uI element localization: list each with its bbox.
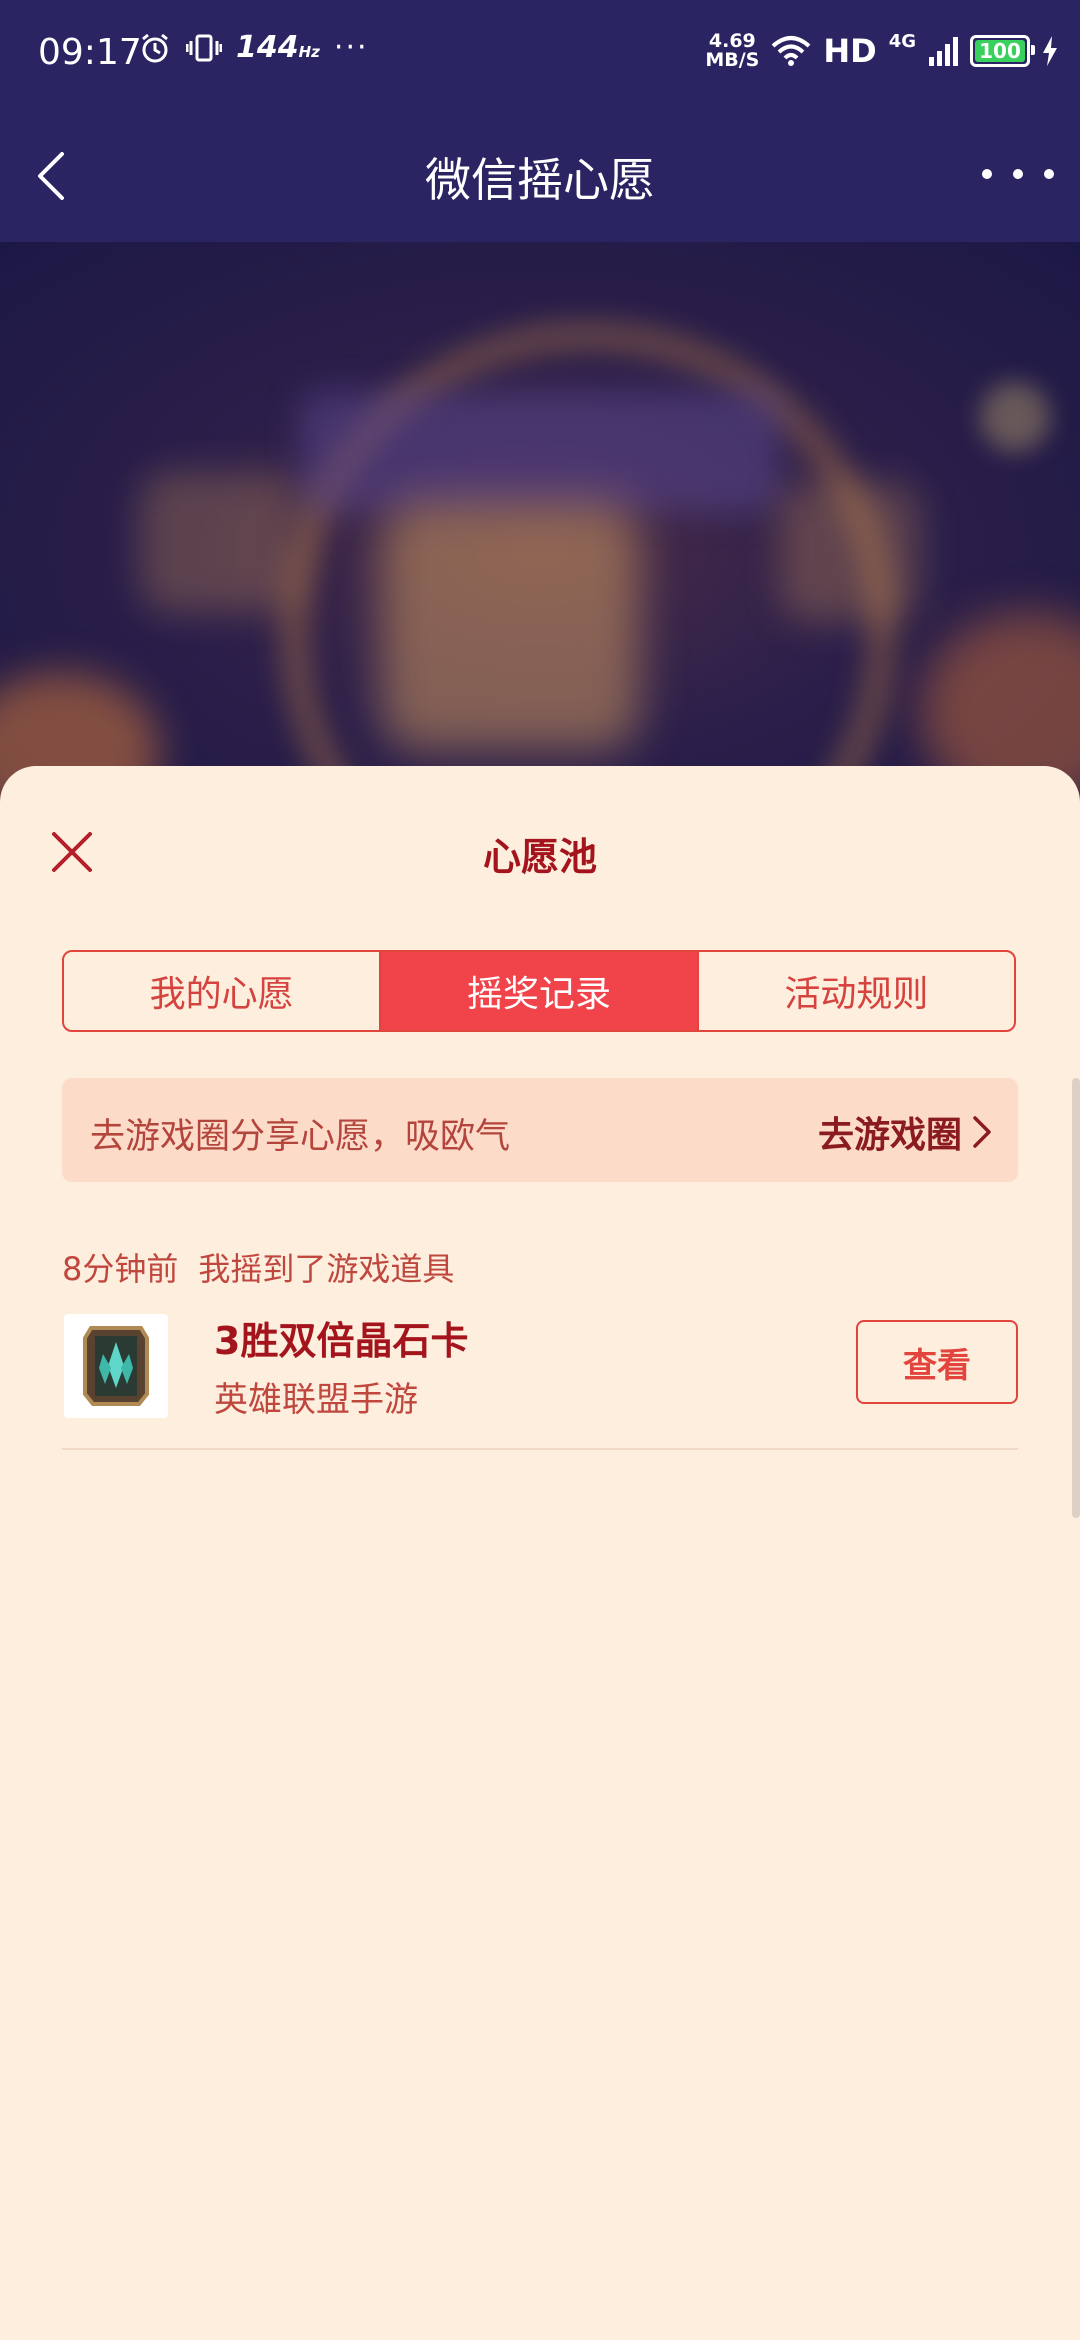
nav-bar: 微信摇心愿: [0, 110, 1080, 242]
wifi-icon: [772, 36, 811, 66]
sheet-title: 心愿池: [482, 835, 597, 879]
view-button[interactable]: 查看: [856, 1320, 1018, 1404]
tab-draw-records[interactable]: 摇奖记录: [379, 952, 697, 1030]
item-name: 3胜双倍晶石卡: [214, 1319, 469, 1363]
share-banner-text: 去游戏圈分享心愿，吸欧气: [90, 1117, 511, 1157]
record-meta: 8分钟前 我摇到了游戏道具: [62, 1244, 454, 1290]
battery-indicator: 100: [970, 35, 1035, 67]
record-action: 我摇到了游戏道具: [198, 1250, 455, 1288]
network-type: 4G: [888, 30, 916, 52]
status-more-dots: ···: [333, 30, 369, 65]
charging-icon: [1043, 36, 1057, 66]
go-game-circle-link[interactable]: 去游戏圈: [818, 1106, 992, 1158]
scrollbar[interactable]: [1072, 1078, 1080, 1518]
tab-my-wishes[interactable]: 我的心愿: [64, 952, 379, 1030]
chevron-right-icon: [973, 1116, 991, 1148]
crystal-card-icon: [83, 1326, 149, 1406]
hd-indicator: HD: [823, 32, 877, 70]
status-bar: 09:17 144Hz ··· 4.69 MB/S HD 4G 100: [0, 0, 1080, 110]
tab-bar: 我的心愿 摇奖记录 活动规则: [62, 950, 1016, 1032]
page-title: 微信摇心愿: [425, 153, 655, 207]
status-time: 09:17: [38, 32, 142, 73]
status-right-icons: 4.69 MB/S HD 4G 100: [705, 30, 1058, 71]
tab-activity-rules[interactable]: 活动规则: [696, 952, 1014, 1030]
more-options-icon[interactable]: [982, 154, 1054, 194]
refresh-rate: 144Hz: [236, 30, 320, 65]
vibrate-icon: [186, 34, 222, 61]
item-game: 英雄联盟手游: [214, 1380, 418, 1420]
battery-level: 100: [979, 39, 1021, 63]
signal-icon: [929, 37, 958, 66]
list-item: 3胜双倍晶石卡 英雄联盟手游 查看: [62, 1310, 1018, 1450]
alarm-icon: [142, 33, 168, 62]
item-thumbnail: [64, 1314, 168, 1418]
network-speed: 4.69 MB/S: [705, 30, 760, 71]
status-left-icons: 144Hz ···: [138, 30, 369, 65]
wish-pool-sheet: 心愿池 我的心愿 摇奖记录 活动规则 去游戏圈分享心愿，吸欧气 去游戏圈 8分钟…: [0, 766, 1080, 2340]
blurred-banner-image: [0, 242, 1080, 802]
record-time: 8分钟前: [62, 1250, 179, 1288]
share-banner[interactable]: 去游戏圈分享心愿，吸欧气 去游戏圈: [62, 1078, 1018, 1182]
divider: [62, 1448, 1018, 1450]
